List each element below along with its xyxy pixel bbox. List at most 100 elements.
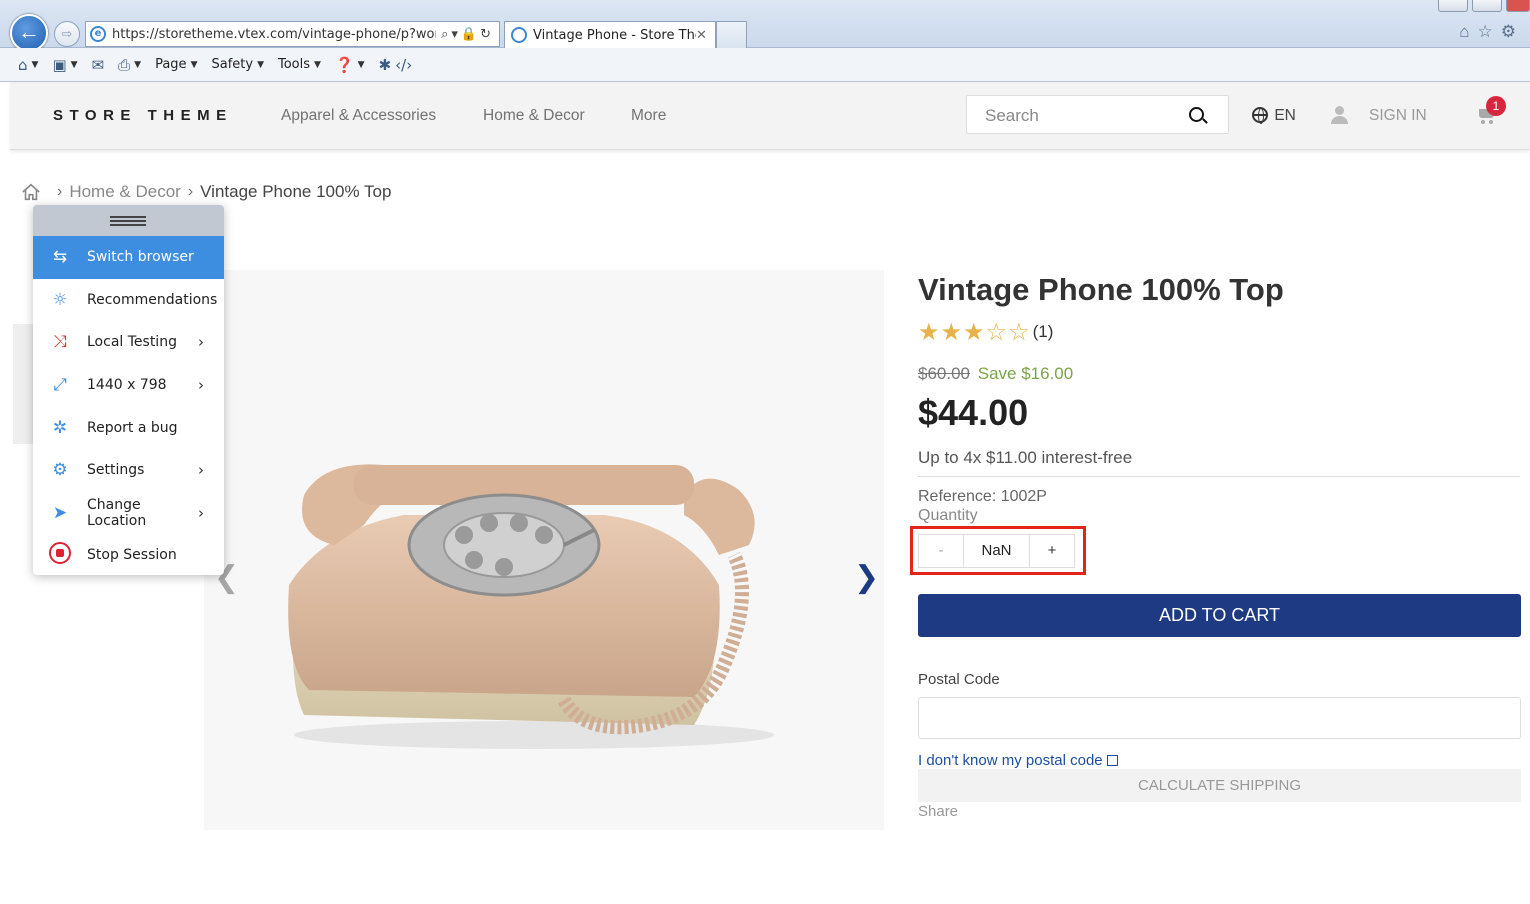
minimize-button[interactable] [1438,0,1468,12]
list-price: $60.00 [918,364,970,383]
sign-in-link[interactable]: SIGN IN [1369,107,1427,125]
unknown-postal-code-link[interactable]: I don't know my postal code [918,752,1118,769]
local-testing-icon: ⤨ [53,332,67,353]
site-header: STORE THEME Apparel & Accessories Home &… [10,82,1530,150]
product-reference: Reference: 1002P [918,488,1047,505]
menu-item-label: Recommendations [87,291,218,308]
address-tools-icons[interactable]: ⌕▾🔒↻ [436,27,499,42]
thumbnail-strip [13,324,33,444]
tab-title: Vintage Phone - Store The... [533,27,696,43]
home-icon[interactable]: ⌂ [1459,22,1477,41]
url-text: https://storetheme.vtex.com/vintage-phon… [112,26,437,42]
menu-item-label: Stop Session [87,547,177,564]
nav-apparel-accessories[interactable]: Apparel & Accessories [281,107,436,125]
quantity-decrease-button[interactable]: - [919,535,964,567]
quantity-increase-button[interactable]: + [1029,535,1074,567]
menu-item-recommendations[interactable]: ☼ Recommendations [33,279,224,322]
menu-item-label: Report a bug [87,419,178,436]
command-bar: ⌂ ▼ ▣ ▼ ✉ ⎙ ▼ Page ▼ Safety ▼ Tools ▼ ❓ ▼ ✱ ‹/› [0,48,1530,82]
breadcrumb-separator: › [187,183,194,200]
mail-icon[interactable]: ✉ [92,56,105,74]
menu-item-change-location[interactable]: ➤ Change Location › [33,492,224,535]
menu-item-settings[interactable]: ⚙ Settings › [33,449,224,492]
drag-handle[interactable] [33,205,224,236]
menu-item-stop-session[interactable]: Stop Session [33,534,224,575]
product-title: Vintage Phone 100% Top [918,272,1284,307]
vintage-phone-image [288,464,774,749]
close-window-button[interactable] [1506,0,1530,12]
selling-price: $44.00 [918,392,1029,433]
menu-item-local-testing[interactable]: ⤨ Local Testing › [33,321,224,364]
breadcrumb-current: Vintage Phone 100% Top [200,182,392,201]
session-tools-menu: ⇆ Switch browser ☼ Recommendations ⤨ Loc… [33,205,224,575]
safety-menu[interactable]: Safety [211,57,253,72]
chevron-down-icon[interactable]: ▼ [134,60,141,70]
gear-icon: ⚙ [52,460,68,481]
chevron-down-icon[interactable]: ▼ [32,60,39,70]
quantity-stepper: - NaN + [918,534,1075,568]
menu-item-resolution[interactable]: ⤢ 1440 x 798 › [33,364,224,407]
store-page: STORE THEME Apparel & Accessories Home &… [10,82,1530,830]
search-input[interactable]: Search [966,95,1229,134]
calculate-shipping-button[interactable]: CALCULATE SHIPPING [918,769,1521,802]
nav-home-decor[interactable]: Home & Decor [483,107,585,125]
favorites-star-icon[interactable]: ☆ [1478,22,1501,41]
star-icons: ★★★☆☆ [918,319,1031,346]
address-bar[interactable]: e https://storetheme.vtex.com/vintage-ph… [85,21,500,47]
home-icon[interactable]: ⌂ [18,56,28,74]
nav-more[interactable]: More [631,107,666,125]
feeds-icon[interactable]: ▣ [52,56,66,74]
user-icon[interactable] [1330,106,1348,126]
ie-icon: e [90,26,106,42]
browser-tab[interactable]: Vintage Phone - Store The... ✕ [504,21,716,48]
tab-close-icon[interactable]: ✕ [696,28,710,43]
language-selector[interactable]: EN [1252,107,1296,125]
search-icon[interactable] [1189,107,1204,122]
menu-item-label: Local Testing [87,334,177,351]
chevron-down-icon[interactable]: ▼ [358,60,365,70]
postal-code-input[interactable] [918,697,1521,739]
breadcrumb-separator: › [57,183,63,200]
menu-item-report-bug[interactable]: ✲ Report a bug [33,406,224,449]
installments-info: Up to 4x $11.00 interest-free [918,448,1133,467]
home-icon[interactable] [20,182,42,202]
star-filled-icon: ★ [963,319,986,346]
forward-button[interactable]: ⇨ [54,21,80,47]
search-placeholder: Search [985,106,1039,125]
star-filled-icon: ★ [940,319,964,346]
gear-icon[interactable]: ⚙ [1501,22,1524,41]
breadcrumb: › Home & Decor › Vintage Phone 100% Top [20,182,391,202]
cart-count-badge: 1 [1486,96,1506,116]
star-filled-icon: ★ [918,319,941,346]
globe-icon [1252,107,1268,124]
language-code: EN [1274,107,1296,124]
restore-button[interactable] [1472,0,1502,12]
dev-tools-icon[interactable]: ‹/› [395,56,412,74]
back-button[interactable]: ← [10,14,48,52]
gallery-next-arrow-icon[interactable]: ❯ [854,560,879,595]
switch-icon: ⇆ [52,247,68,268]
bulb-icon: ☼ [52,289,68,310]
chevron-down-icon: ▼ [190,59,198,70]
store-logo[interactable]: STORE THEME [53,107,233,124]
menu-item-switch-browser[interactable]: ⇆ Switch browser [33,236,224,279]
tools-menu[interactable]: Tools [278,57,310,72]
help-icon[interactable]: ❓ [335,56,354,74]
bug-icon: ✲ [52,417,68,438]
rating-stars[interactable]: ★★★☆☆ (1) [918,318,1053,347]
chevron-down-icon[interactable]: ▼ [71,60,78,70]
breadcrumb-home-decor[interactable]: Home & Decor [69,182,180,202]
add-to-cart-button[interactable]: ADD TO CART [918,594,1521,637]
location-arrow-icon: ➤ [52,502,68,523]
addon-icon[interactable]: ✱ [379,56,392,74]
savings-label: Save $16.00 [977,364,1074,383]
quantity-input[interactable]: NaN [964,535,1029,567]
product-image-gallery: ❮ ❯ [204,270,884,830]
arrow-right-icon: ⇨ [61,26,73,41]
review-count[interactable]: (1) [1033,322,1054,341]
print-icon[interactable]: ⎙ [118,56,130,74]
new-tab-button[interactable] [716,21,747,48]
chevron-down-icon: ▼ [257,59,264,70]
chevron-right-icon: › [198,503,204,522]
page-menu[interactable]: Page [155,57,186,72]
